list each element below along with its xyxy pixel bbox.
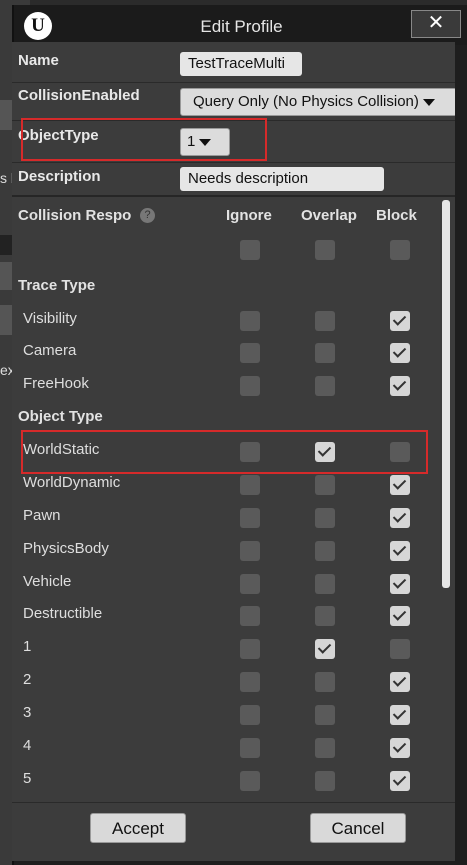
overlap-checkbox[interactable]: [315, 508, 335, 528]
ignore-checkbox[interactable]: [240, 574, 260, 594]
ignore-checkbox[interactable]: [240, 771, 260, 791]
block-all-checkbox[interactable]: [390, 240, 410, 260]
response-row-label: Vehicle: [23, 573, 72, 590]
block-checkbox[interactable]: [390, 311, 410, 331]
overlap-checkbox[interactable]: [315, 639, 335, 659]
chevron-down-icon: [422, 98, 435, 106]
block-checkbox[interactable]: [390, 475, 410, 495]
scrollbar[interactable]: [442, 200, 450, 588]
trace-type-heading: Trace Type: [18, 277, 96, 294]
ignore-checkbox[interactable]: [240, 541, 260, 561]
block-checkbox[interactable]: [390, 639, 410, 659]
ignore-checkbox[interactable]: [240, 639, 260, 659]
dialog-title: Edit Profile: [200, 17, 283, 36]
ignore-checkbox[interactable]: [240, 376, 260, 396]
block-checkbox[interactable]: [390, 574, 410, 594]
ignore-checkbox[interactable]: [240, 311, 260, 331]
overlap-checkbox[interactable]: [315, 475, 335, 495]
block-checkbox[interactable]: [390, 508, 410, 528]
block-checkbox[interactable]: [390, 606, 410, 626]
ignore-column-header: Ignore: [226, 207, 272, 224]
block-checkbox[interactable]: [390, 541, 410, 561]
ignore-checkbox[interactable]: [240, 475, 260, 495]
divider: [12, 82, 455, 83]
accept-button[interactable]: Accept: [90, 813, 186, 843]
description-label: Description: [18, 168, 101, 185]
response-row-label: WorldDynamic: [23, 474, 121, 491]
block-checkbox[interactable]: [390, 672, 410, 692]
divider: [12, 162, 455, 163]
collision-responses-header: Collision Respo: [18, 207, 133, 224]
overlap-checkbox[interactable]: [315, 541, 335, 561]
name-field[interactable]: TestTraceMulti: [180, 52, 302, 76]
response-row-label: Pawn: [23, 507, 61, 524]
worldstatic-highlight: [21, 430, 428, 474]
block-checkbox[interactable]: [390, 738, 410, 758]
response-row-label: 4: [23, 737, 32, 754]
ignore-checkbox[interactable]: [240, 672, 260, 692]
collision-enabled-label: CollisionEnabled: [18, 87, 140, 104]
response-row-label: Visibility: [23, 310, 77, 327]
overlap-column-header: Overlap: [301, 207, 357, 224]
overlap-checkbox[interactable]: [315, 672, 335, 692]
response-row-label: PhysicsBody: [23, 540, 109, 557]
collision-enabled-value: Query Only (No Physics Collision): [193, 93, 419, 110]
block-checkbox[interactable]: [390, 376, 410, 396]
collision-responses-label: Collision Respo: [18, 207, 132, 224]
block-checkbox[interactable]: [390, 771, 410, 791]
response-row-label: 3: [23, 704, 32, 721]
response-row-label: 2: [23, 671, 32, 688]
description-field[interactable]: Needs description: [180, 167, 384, 191]
ignore-checkbox[interactable]: [240, 738, 260, 758]
collision-enabled-dropdown[interactable]: Query Only (No Physics Collision): [180, 88, 455, 116]
response-row-label: FreeHook: [23, 375, 89, 392]
overlap-all-checkbox[interactable]: [315, 240, 335, 260]
overlap-checkbox[interactable]: [315, 574, 335, 594]
ignore-checkbox[interactable]: [240, 705, 260, 725]
response-row-label: Destructible: [23, 605, 103, 622]
overlap-checkbox[interactable]: [315, 311, 335, 331]
block-checkbox[interactable]: [390, 343, 410, 363]
ignore-all-checkbox[interactable]: [240, 240, 260, 260]
divider: [12, 195, 455, 197]
overlap-checkbox[interactable]: [315, 738, 335, 758]
dialog-footer: Accept Cancel: [12, 802, 455, 861]
ignore-checkbox[interactable]: [240, 343, 260, 363]
ignore-checkbox[interactable]: [240, 606, 260, 626]
block-column-header: Block: [376, 207, 417, 224]
response-row-label: 1: [23, 638, 32, 655]
overlap-checkbox[interactable]: [315, 376, 335, 396]
block-checkbox[interactable]: [390, 705, 410, 725]
close-button[interactable]: ✕: [411, 10, 461, 38]
response-row-label: Camera: [23, 342, 77, 359]
objecttype-highlight: [21, 118, 267, 161]
name-label: Name: [18, 52, 59, 69]
overlap-checkbox[interactable]: [315, 343, 335, 363]
cancel-button[interactable]: Cancel: [310, 813, 406, 843]
title-bar[interactable]: U Edit Profile ✕: [14, 5, 467, 45]
overlap-checkbox[interactable]: [315, 705, 335, 725]
object-type-heading: Object Type: [18, 408, 103, 425]
response-row-label: 5: [23, 770, 32, 787]
help-icon[interactable]: ?: [140, 208, 155, 223]
overlap-checkbox[interactable]: [315, 606, 335, 626]
ignore-checkbox[interactable]: [240, 508, 260, 528]
overlap-checkbox[interactable]: [315, 771, 335, 791]
